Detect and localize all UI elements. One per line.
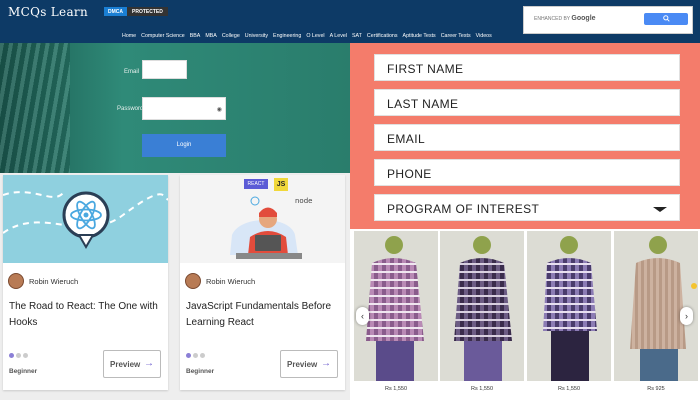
course-thumbnail[interactable] — [3, 175, 168, 263]
product-image[interactable] — [614, 231, 698, 381]
author-avatar — [8, 273, 24, 289]
nav-link[interactable]: Career Tests — [441, 33, 471, 39]
phone-field[interactable]: PHONE — [374, 159, 680, 186]
nav-link[interactable]: O Level — [306, 33, 324, 39]
phone-placeholder: PHONE — [387, 167, 432, 181]
background-image — [0, 43, 70, 173]
progress-dots — [9, 353, 28, 358]
course-level: Beginner — [186, 368, 215, 375]
chevron-left-icon[interactable]: ‹ — [356, 307, 369, 325]
node-tag: node — [295, 197, 312, 205]
program-select[interactable]: PROGRAM OF INTEREST — [374, 194, 680, 221]
search-button[interactable] — [644, 13, 688, 25]
chevron-right-icon[interactable]: › — [680, 307, 693, 325]
product-image[interactable] — [527, 231, 611, 381]
product-price: Rs 1,550 — [557, 386, 580, 392]
dmca-label: DMCA — [104, 7, 127, 16]
course-title[interactable]: JavaScript Fundamentals Before Learning … — [186, 299, 341, 331]
preview-label: Preview — [287, 360, 318, 369]
author-name: Robin Wieruch — [206, 277, 256, 286]
arrow-right-icon: → — [144, 358, 154, 369]
search-icon — [662, 15, 670, 22]
search-box[interactable]: ENHANCED BY Google — [523, 6, 693, 34]
product-carousel: Rs 1,550 Rs 1,550 Rs 1,550 Rs 925 ‹ › — [350, 229, 700, 400]
author-name: Robin Wieruch — [29, 277, 79, 286]
product-price: Rs 925 — [647, 386, 665, 392]
program-placeholder: PROGRAM OF INTEREST — [387, 202, 540, 216]
nav-link[interactable]: Certifications — [367, 33, 398, 39]
email-placeholder: EMAIL — [387, 132, 426, 146]
email-field[interactable] — [142, 60, 187, 79]
nav-link[interactable]: Videos — [476, 33, 492, 39]
last-name-field[interactable]: LAST NAME — [374, 89, 680, 116]
nav-link[interactable]: SAT — [352, 33, 362, 39]
product-image[interactable] — [354, 231, 438, 381]
course-level: Beginner — [9, 368, 38, 375]
course-card[interactable]: node REACT JS Robin Wieruch JavaScript F… — [180, 175, 345, 390]
nav-link[interactable]: Engineering — [273, 33, 301, 39]
login-button[interactable]: Login — [142, 134, 226, 157]
main-nav: Home Computer Science BBA MBA College Univers… — [122, 33, 492, 39]
nav-link[interactable]: MBA — [205, 33, 216, 39]
password-field[interactable]: ◉ — [142, 97, 226, 120]
product-image[interactable] — [440, 231, 524, 381]
dmca-badge[interactable]: DMCA PROTECTED — [104, 7, 168, 16]
react-tag: REACT — [247, 181, 265, 187]
page: MCQs Learn DMCA PROTECTED ENHANCED BY Go… — [0, 0, 700, 400]
enhanced-by-label: ENHANCED BY — [534, 16, 571, 22]
login-panel: Email Password ◉ Login — [0, 43, 350, 173]
nav-link[interactable]: Computer Science — [141, 33, 185, 39]
last-name-placeholder: LAST NAME — [387, 97, 459, 111]
nav-link[interactable]: University — [245, 33, 268, 39]
protected-label: PROTECTED — [127, 7, 168, 16]
nav-link[interactable]: BBA — [190, 33, 201, 39]
preview-button[interactable]: Preview → — [280, 350, 338, 378]
course-card[interactable]: Robin Wieruch The Road to React: The One… — [3, 175, 168, 390]
site-header: MCQs Learn DMCA PROTECTED ENHANCED BY Go… — [0, 0, 700, 43]
preview-label: Preview — [110, 360, 141, 369]
inquiry-form: FIRST NAME LAST NAME EMAIL PHONE PROGRAM… — [350, 43, 700, 229]
arrow-right-icon: → — [321, 358, 331, 369]
caret-down-icon — [653, 207, 667, 212]
author-avatar — [185, 273, 201, 289]
first-name-field[interactable]: FIRST NAME — [374, 54, 680, 81]
course-title[interactable]: The Road to React: The One with Hooks — [9, 299, 164, 331]
react-logo-illustration — [3, 191, 168, 249]
site-logo[interactable]: MCQs Learn — [8, 5, 88, 19]
email-label: Email — [124, 69, 140, 75]
email-field[interactable]: EMAIL — [374, 124, 680, 151]
google-label: Google — [571, 15, 596, 22]
password-label: Password — [117, 106, 144, 112]
preview-button[interactable]: Preview → — [103, 350, 161, 378]
nav-link[interactable]: A Level — [330, 33, 347, 39]
nav-link[interactable]: Home — [122, 33, 136, 39]
eye-icon[interactable]: ◉ — [217, 106, 222, 113]
nav-link[interactable]: Aptitude Tests — [403, 33, 436, 39]
product-price: Rs 1,550 — [384, 386, 407, 392]
progress-dots — [186, 353, 205, 358]
course-thumbnail[interactable]: node REACT JS — [180, 175, 345, 263]
first-name-placeholder: FIRST NAME — [387, 62, 464, 76]
nav-link[interactable]: College — [222, 33, 240, 39]
product-price: Rs 1,550 — [470, 386, 493, 392]
search-input[interactable]: ENHANCED BY Google — [534, 15, 596, 22]
js-tag: JS — [276, 181, 286, 188]
